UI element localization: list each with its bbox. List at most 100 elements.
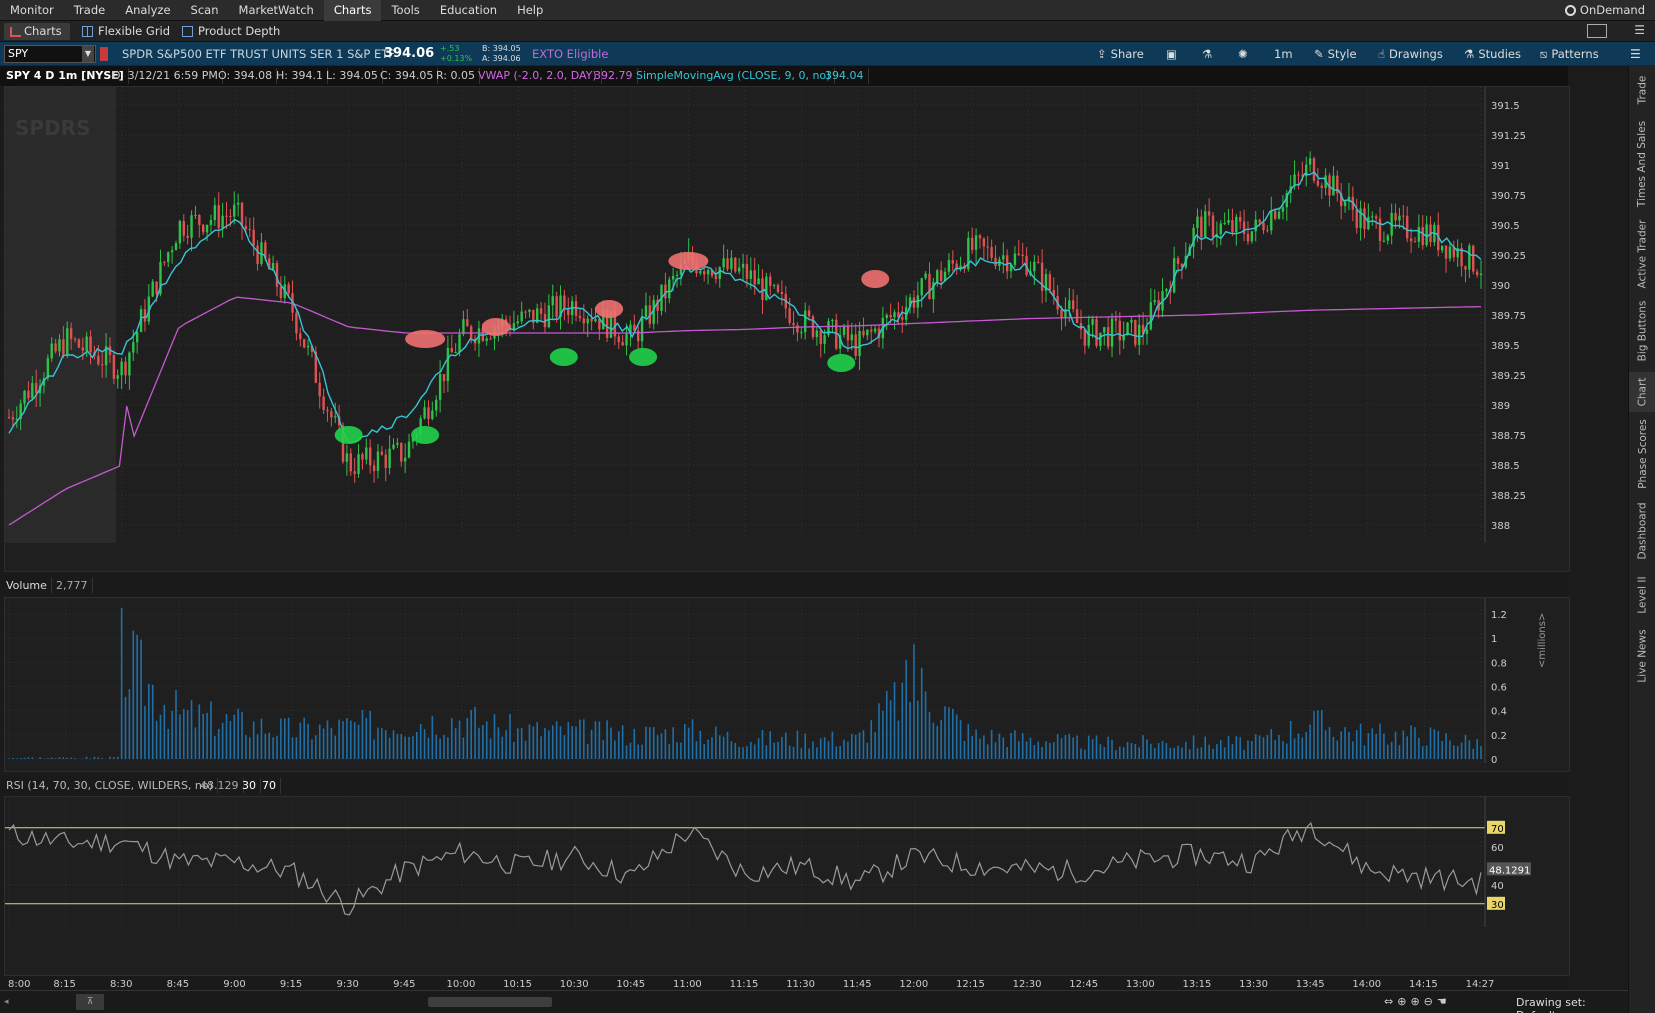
candle-body — [788, 308, 791, 324]
symbol-dropdown-icon[interactable]: ▼ — [82, 46, 94, 62]
crosshair-icon[interactable]: ⊕ — [1397, 995, 1410, 1008]
menu-scan[interactable]: Scan — [181, 0, 229, 21]
legend-sma-value: 394.04 — [821, 68, 869, 84]
flask-button[interactable]: ⚗ — [1202, 45, 1212, 63]
rtab-times-and-sales[interactable]: Times And Sales — [1629, 116, 1655, 212]
scroll-left-icon[interactable]: ◂ — [4, 997, 9, 1007]
time-axis-label: 8:45 — [167, 979, 189, 990]
drawings-button[interactable]: ☝ Drawings — [1378, 45, 1443, 63]
volume-panel[interactable]: 1.2 1 0.8 0.6 0.4 0.2 0 <millions> — [4, 597, 1570, 772]
menu-monitor[interactable]: Monitor — [0, 0, 64, 21]
candle-body — [1002, 255, 1005, 260]
candle-body — [1444, 245, 1448, 259]
collapse-icon[interactable]: ⊼ — [76, 994, 104, 1010]
studies-button[interactable]: ⚗ Studies — [1464, 45, 1521, 63]
timeframe-button[interactable]: 1m — [1274, 45, 1293, 63]
menu-trade[interactable]: Trade — [64, 0, 116, 21]
rtab-chart[interactable]: Chart — [1629, 372, 1655, 412]
menu-marketwatch[interactable]: MarketWatch — [229, 0, 324, 21]
tab-flexible-grid[interactable]: Flexible Grid — [78, 23, 170, 40]
menu-education[interactable]: Education — [430, 0, 507, 21]
candle-body — [442, 374, 446, 381]
menu-analyze[interactable]: Analyze — [115, 0, 180, 21]
price-axis-label: 389.5 — [1491, 341, 1520, 352]
snapshot-button[interactable]: ▣ — [1166, 45, 1177, 63]
rtab-phase-scores[interactable]: Phase Scores — [1629, 416, 1655, 492]
window-layout-icon[interactable] — [1587, 24, 1607, 38]
candle-body — [769, 276, 772, 286]
rtab-dashboard[interactable]: Dashboard — [1629, 496, 1655, 566]
tab-product-depth-label: Product Depth — [198, 24, 281, 38]
zoom-out-icon[interactable]: ⊖ — [1424, 995, 1437, 1008]
chart-menu-icon[interactable]: ☰ — [1630, 45, 1641, 63]
rsi-panel[interactable]: 70 60 40 30 48.1291 — [4, 796, 1570, 976]
candle-body — [617, 336, 620, 343]
rtab-big-buttons[interactable]: Big Buttons — [1629, 296, 1655, 366]
patterns-button[interactable]: ⧅ Patterns — [1540, 45, 1599, 63]
expand-icon[interactable]: ⇔ — [1384, 995, 1397, 1008]
tab-menu-icon[interactable]: ☰ — [1634, 23, 1645, 37]
horizontal-scrollbar[interactable] — [428, 997, 552, 1007]
candle-body — [1176, 258, 1180, 264]
price-chart[interactable]: SPDRS 391.5 391.25 391 390.75 390.5 390.25 390 3… — [5, 87, 1571, 573]
volume-chart[interactable]: 1.2 1 0.8 0.6 0.4 0.2 0 <millions> — [5, 598, 1571, 773]
candle-body — [1219, 223, 1222, 235]
tab-charts-label: Charts — [24, 24, 62, 38]
style-button[interactable]: ✎ Style — [1314, 45, 1357, 63]
settings-button[interactable]: ✺ — [1238, 45, 1248, 63]
candle-body — [1227, 220, 1230, 224]
candle-body — [1223, 223, 1226, 225]
volume-axis-label: 1 — [1491, 634, 1497, 645]
price-panel[interactable]: SPDRS 391.5 391.25 391 390.75 390.5 390.25 390 3… — [4, 86, 1570, 572]
menu-charts[interactable]: Charts — [323, 0, 382, 21]
candle-body — [69, 328, 73, 339]
candle-body — [163, 261, 166, 263]
candle-body — [233, 204, 236, 217]
studies-label: Studies — [1478, 47, 1521, 61]
buy-marker — [334, 426, 363, 444]
right-sidebar: Trade Times And Sales Active Trader Big … — [1628, 66, 1655, 1013]
zoom-controls[interactable]: ⇔⊕⊕⊖☚ — [1384, 995, 1451, 1008]
menu-help[interactable]: Help — [507, 0, 553, 21]
candle-body — [520, 311, 523, 322]
rtab-trade[interactable]: Trade — [1629, 70, 1655, 110]
candle-body — [1231, 220, 1234, 233]
zoom-in-icon[interactable]: ⊕ — [1410, 995, 1423, 1008]
rtab-active-trader[interactable]: Active Trader — [1629, 216, 1655, 292]
legend-vwap[interactable]: VWAP (-2.0, 2.0, DAY) — [474, 68, 602, 84]
rsi-chart[interactable]: 70 60 40 30 48.1291 — [5, 797, 1571, 977]
candle-body — [7, 417, 11, 418]
candle-body — [846, 326, 850, 341]
pan-hand-icon[interactable]: ☚ — [1437, 995, 1451, 1008]
rtab-live-news[interactable]: Live News — [1629, 624, 1655, 688]
volume-label[interactable]: Volume — [2, 578, 52, 594]
patterns-icon: ⧅ — [1540, 47, 1548, 61]
candle-body — [1075, 309, 1079, 324]
rsi-label[interactable]: RSI (14, 70, 30, CLOSE, WILDERS, no) — [2, 778, 218, 794]
volume-axis-label: 0.4 — [1491, 707, 1507, 718]
candle-body — [34, 383, 38, 394]
candle-body — [578, 315, 582, 319]
tab-charts[interactable]: Charts — [4, 23, 70, 40]
menu-tools[interactable]: Tools — [381, 0, 429, 21]
drawing-set[interactable]: Drawing set: Default — [1516, 996, 1628, 1013]
share-button[interactable]: ⇪ Share — [1097, 45, 1144, 63]
link-color-icon[interactable] — [100, 47, 108, 61]
candle-body — [1409, 238, 1413, 242]
candle-body — [621, 342, 624, 346]
ondemand-button[interactable]: OnDemand — [1564, 0, 1645, 21]
candle-body — [489, 338, 492, 340]
candle-body — [528, 309, 531, 312]
candle-body — [1196, 216, 1199, 228]
legend-sma[interactable]: SimpleMovingAvg (CLOSE, 9, 0, no) — [632, 68, 836, 84]
candle-body — [889, 315, 892, 318]
candle-body — [66, 328, 69, 355]
time-axis-label: 9:00 — [223, 979, 245, 990]
candle-body — [924, 273, 927, 279]
candle-body — [31, 383, 34, 399]
candle-body — [1355, 209, 1358, 228]
rtab-level-ii[interactable]: Level II — [1629, 570, 1655, 620]
tab-product-depth[interactable]: Product Depth — [178, 23, 280, 40]
rsi-header: RSI (14, 70, 30, CLOSE, WILDERS, no) 48.… — [0, 776, 1568, 796]
candle-body — [143, 309, 147, 322]
